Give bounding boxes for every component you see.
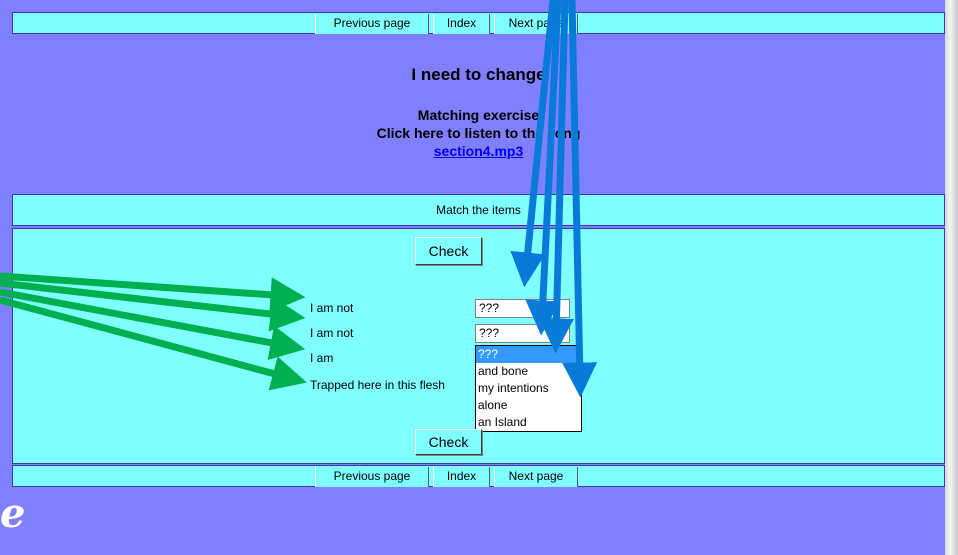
green-arrows [0, 272, 307, 391]
annotation-arrows [0, 0, 598, 398]
blue-arrow [562, 0, 598, 398]
blue-arrows [510, 0, 598, 398]
